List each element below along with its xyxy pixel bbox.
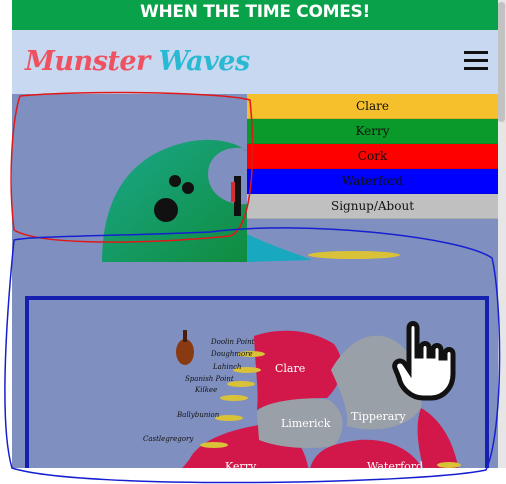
brand-logo[interactable]: Munster Waves xyxy=(25,46,250,77)
town-label: Ballybunion xyxy=(176,411,220,419)
town-label: Doughmore xyxy=(210,350,253,358)
county-label-waterford: Waterford xyxy=(367,460,423,468)
menu-item-waterford[interactable]: Waterford xyxy=(247,169,498,194)
menu-item-signup-about[interactable]: Signup/About xyxy=(247,194,498,219)
navbar: Munster Waves xyxy=(12,30,498,94)
menu-item-clare[interactable]: Clare xyxy=(247,94,498,119)
menu-item-kerry[interactable]: Kerry xyxy=(247,119,498,144)
county-waterford xyxy=(417,408,459,468)
violin-icon xyxy=(176,330,194,365)
town-label: Castlegregory xyxy=(143,435,194,443)
county-label-kerry: Kerry xyxy=(225,460,257,468)
town-label: Kilkee xyxy=(194,386,217,394)
county-label-tipperary: Tipperary xyxy=(351,410,407,423)
munster-map[interactable]: Doolin Point Doughmore Lahinch Spanish P… xyxy=(25,296,489,468)
town-label: Doolin Point xyxy=(210,338,255,346)
scrollbar-thumb[interactable] xyxy=(498,2,505,122)
pointing-hand-icon xyxy=(392,321,456,401)
brand-word-1: Munster xyxy=(25,46,150,77)
hamburger-menu-icon[interactable] xyxy=(464,51,488,75)
promo-text: WHEN THE TIME COMES! xyxy=(140,2,370,22)
surfboard-icon xyxy=(308,251,400,259)
promo-banner: WHEN THE TIME COMES! xyxy=(12,0,498,30)
map-svg: Doolin Point Doughmore Lahinch Spanish P… xyxy=(143,321,461,468)
town-label: Spanish Point xyxy=(185,375,234,383)
page-frame: WHEN THE TIME COMES! Munster Waves Clare… xyxy=(12,0,498,468)
county-label-limerick: Limerick xyxy=(281,417,331,430)
town-label: Lahinch xyxy=(212,363,242,371)
menu-item-cork[interactable]: Cork xyxy=(247,144,498,169)
county-label-clare: Clare xyxy=(275,362,305,375)
brand-word-2: Waves xyxy=(158,46,251,77)
county-dropdown-menu: Clare Kerry Cork Waterford Signup/About xyxy=(247,94,498,219)
